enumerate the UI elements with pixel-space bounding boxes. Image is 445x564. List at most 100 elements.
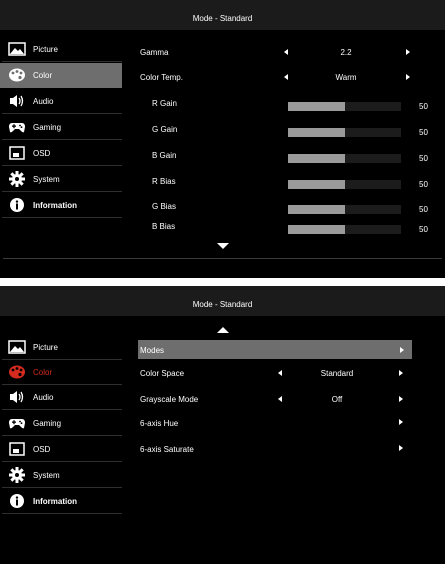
panel-title: Mode - Standard — [0, 0, 445, 30]
sidebar-item-label: Picture — [33, 343, 58, 352]
r-gain-row[interactable]: R Gain 50 — [122, 92, 445, 114]
chevron-right-icon[interactable] — [399, 419, 403, 425]
color-temp-row[interactable]: Color Temp. Warm — [122, 66, 445, 88]
picture-icon — [8, 42, 26, 56]
sidebar-item-label: Gaming — [33, 419, 62, 428]
gamepad-icon — [9, 419, 25, 429]
sidebar-item-label: Color — [33, 368, 53, 377]
osd-icon — [9, 442, 25, 456]
speaker-icon — [10, 391, 24, 403]
sidebar-item-label: Audio — [33, 97, 54, 106]
slider-label: B Gain — [152, 151, 177, 160]
chevron-right-icon[interactable] — [400, 347, 404, 353]
r-gain-slider[interactable] — [288, 102, 401, 111]
sidebar-item-information[interactable]: Information — [0, 489, 122, 514]
slider-label: G Gain — [152, 125, 178, 134]
slider-value: 50 — [419, 180, 428, 189]
slider-label: G Bias — [152, 202, 177, 211]
sidebar-item-gaming[interactable]: Gaming — [0, 411, 122, 436]
gear-icon — [9, 171, 25, 187]
slider-value: 50 — [419, 225, 428, 234]
gamepad-icon — [9, 123, 25, 133]
gamma-row[interactable]: Gamma 2.2 — [122, 41, 445, 63]
osd-icon — [9, 146, 25, 160]
color-temp-label: Color Temp. — [140, 73, 183, 82]
slider-value: 50 — [419, 102, 428, 111]
sidebar-item-label: Information — [33, 201, 77, 210]
palette-icon — [9, 68, 25, 82]
palette-icon — [9, 365, 25, 379]
osd-panel-color-adjust: Mode - Standard Picture Color Audio Gami… — [0, 0, 445, 278]
slider-value: 50 — [419, 205, 428, 214]
grayscale-value: Off — [331, 395, 343, 404]
grayscale-label: Grayscale Mode — [140, 395, 199, 404]
sidebar-item-color[interactable]: Color — [0, 63, 122, 88]
hue-row[interactable]: 6-axis Hue — [122, 412, 445, 434]
sidebar-item-gaming[interactable]: Gaming — [0, 115, 122, 140]
sidebar-item-label: OSD — [33, 445, 51, 454]
r-bias-slider[interactable] — [288, 180, 401, 189]
gamma-label: Gamma — [140, 48, 169, 57]
sidebar-item-osd[interactable]: OSD — [0, 437, 122, 462]
sidebar-item-picture[interactable]: Picture — [0, 37, 122, 62]
slider-label: R Gain — [152, 99, 177, 108]
gear-icon — [9, 467, 25, 483]
scroll-up-icon[interactable] — [217, 327, 229, 333]
b-gain-slider[interactable] — [288, 154, 401, 163]
b-bias-row[interactable]: B Bias 50 — [122, 215, 445, 237]
grayscale-row[interactable]: Grayscale Mode Off — [122, 388, 445, 410]
saturate-row[interactable]: 6-axis Saturate — [122, 438, 445, 460]
sidebar-item-osd[interactable]: OSD — [0, 141, 122, 166]
g-gain-row[interactable]: G Gain 50 — [122, 118, 445, 140]
sidebar-item-system[interactable]: System — [0, 167, 122, 192]
g-gain-slider[interactable] — [288, 128, 401, 137]
info-icon — [10, 198, 24, 212]
g-bias-slider[interactable] — [288, 205, 401, 214]
slider-value: 50 — [419, 154, 428, 163]
modes-label: Modes — [140, 346, 165, 355]
decrease-arrow-icon[interactable] — [278, 396, 282, 402]
chevron-right-icon[interactable] — [399, 445, 403, 451]
decrease-arrow-icon[interactable] — [278, 370, 282, 376]
hue-label: 6-axis Hue — [140, 419, 179, 428]
decrease-arrow-icon[interactable] — [284, 49, 288, 55]
panel-title: Mode - Standard — [0, 286, 445, 316]
sidebar-item-information[interactable]: Information — [0, 193, 122, 218]
increase-arrow-icon[interactable] — [399, 370, 403, 376]
slider-label: R Bias — [152, 177, 176, 186]
sidebar-item-picture[interactable]: Picture — [0, 335, 122, 360]
info-icon — [10, 494, 24, 508]
color-temp-value: Warm — [335, 73, 357, 82]
g-bias-row[interactable]: G Bias 50 — [122, 195, 445, 217]
increase-arrow-icon[interactable] — [406, 74, 410, 80]
picture-icon — [8, 340, 26, 354]
saturate-label: 6-axis Saturate — [140, 445, 194, 454]
sidebar-item-label: Information — [33, 497, 77, 506]
sidebar-item-label: Gaming — [33, 123, 62, 132]
sidebar-item-label: System — [33, 471, 60, 480]
divider — [3, 258, 442, 259]
sidebar-item-system[interactable]: System — [0, 463, 122, 488]
increase-arrow-icon[interactable] — [399, 396, 403, 402]
decrease-arrow-icon[interactable] — [284, 74, 288, 80]
b-gain-row[interactable]: B Gain 50 — [122, 144, 445, 166]
scroll-down-icon[interactable] — [217, 243, 229, 249]
color-space-value: Standard — [320, 369, 354, 378]
gamma-value: 2.2 — [340, 48, 352, 57]
speaker-icon — [10, 95, 24, 107]
slider-value: 50 — [419, 128, 428, 137]
slider-label: B Bias — [152, 222, 176, 231]
b-bias-slider[interactable] — [288, 225, 401, 234]
r-bias-row[interactable]: R Bias 50 — [122, 170, 445, 192]
sidebar-item-label: System — [33, 175, 60, 184]
sidebar-item-color[interactable]: Color — [0, 360, 122, 385]
sidebar-item-label: Audio — [33, 393, 54, 402]
increase-arrow-icon[interactable] — [406, 49, 410, 55]
sidebar-item-audio[interactable]: Audio — [0, 385, 122, 410]
modes-row[interactable]: Modes — [138, 340, 412, 359]
sidebar-item-label: OSD — [33, 149, 51, 158]
sidebar-item-audio[interactable]: Audio — [0, 89, 122, 114]
osd-panel-color-modes: Mode - Standard Picture Color Audio Gami… — [0, 286, 445, 564]
sidebar-item-label: Color — [33, 71, 53, 80]
color-space-row[interactable]: Color Space Standard — [122, 362, 445, 384]
